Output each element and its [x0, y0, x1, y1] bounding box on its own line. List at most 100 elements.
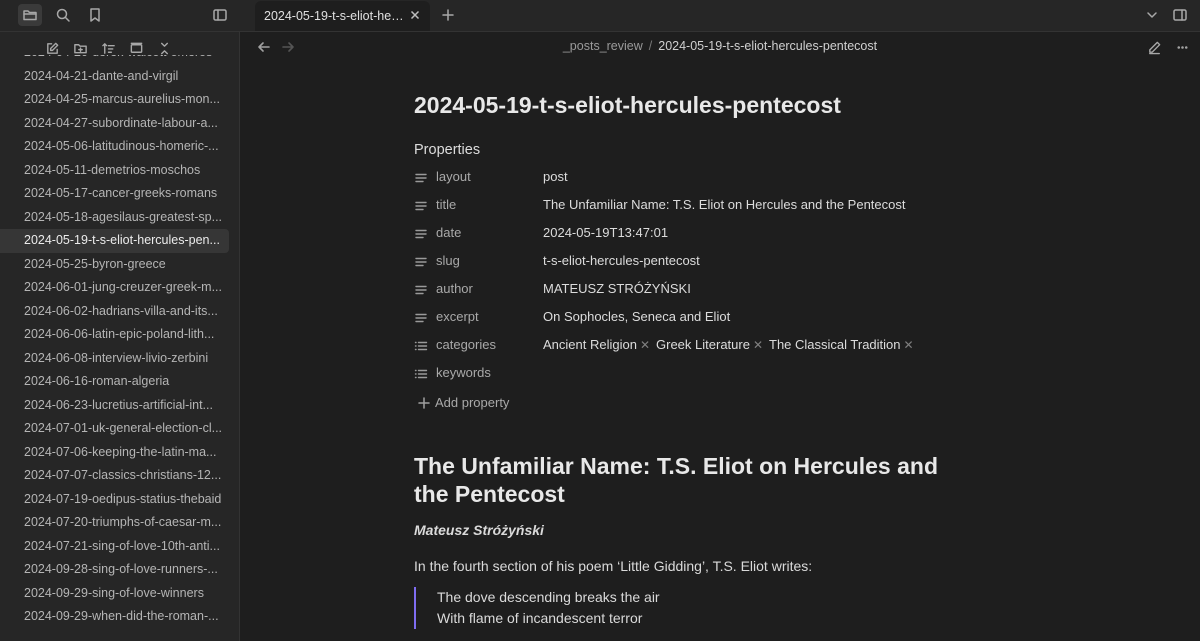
list-property-icon[interactable]: [414, 367, 428, 381]
file-item[interactable]: 2024-07-19-oedipus-statius-thebaid: [0, 488, 229, 512]
property-key[interactable]: title: [436, 197, 456, 212]
text-property-icon[interactable]: [414, 255, 428, 269]
property-row: slug t-s-eliot-hercules-pentecost: [414, 248, 974, 276]
quote-line: With flame of incandescent terror: [437, 610, 643, 626]
article-heading: The Unfamiliar Name: T.S. Eliot on Hercu…: [414, 453, 939, 507]
category-tag[interactable]: Ancient Religion ✕: [543, 337, 650, 352]
file-item[interactable]: 2024-07-06-keeping-the-latin-ma...: [0, 441, 229, 465]
add-property-button[interactable]: Add property: [414, 391, 974, 417]
property-key[interactable]: categories: [436, 337, 496, 352]
file-item[interactable]: 2024-07-21-sing-of-love-10th-anti...: [0, 535, 229, 559]
property-key[interactable]: date: [436, 225, 461, 240]
file-item[interactable]: 2024-05-25-byron-greece: [0, 253, 229, 277]
property-row: keywords: [414, 360, 974, 388]
list-property-icon[interactable]: [414, 339, 428, 353]
plus-icon: [418, 396, 430, 409]
property-key[interactable]: excerpt: [436, 309, 479, 324]
note-content: 2024-05-19-t-s-eliot-hercules-pentecost …: [414, 90, 974, 629]
remove-tag-icon[interactable]: ✕: [753, 338, 763, 352]
category-tag[interactable]: Greek Literature ✕: [656, 337, 763, 352]
pencil-icon: [1148, 41, 1160, 54]
property-value[interactable]: The Unfamiliar Name: T.S. Eliot on Hercu…: [543, 197, 906, 212]
property-key[interactable]: keywords: [436, 365, 491, 380]
chevrons-in-icon: [160, 42, 168, 54]
remove-tag-icon[interactable]: ✕: [904, 338, 914, 352]
tab-close-button[interactable]: [408, 8, 424, 24]
property-key[interactable]: layout: [436, 169, 471, 184]
tab-list-button[interactable]: [1140, 4, 1164, 26]
more-options-button[interactable]: [1172, 37, 1192, 57]
property-value-tags[interactable]: Ancient Religion ✕ Greek Literature ✕ The Cl…: [543, 337, 920, 352]
sidebar-right-icon: [1173, 9, 1187, 21]
file-explorer-button[interactable]: [18, 4, 42, 26]
file-item[interactable]: 2024-06-16-roman-algeria: [0, 370, 229, 394]
property-value[interactable]: post: [543, 169, 568, 184]
folder-icon: [23, 10, 37, 21]
note-title[interactable]: 2024-05-19-t-s-eliot-hercules-pentecost: [414, 90, 974, 120]
file-item[interactable]: 2024-04-25-marcus-aurelius-mon...: [0, 88, 229, 112]
file-item[interactable]: 2024-04-20-derek-walcott-omeros: [0, 55, 229, 65]
property-value[interactable]: On Sophocles, Seneca and Eliot: [543, 309, 730, 324]
file-item[interactable]: 2024-05-17-cancer-greeks-romans: [0, 182, 229, 206]
tab-active-note[interactable]: 2024-05-19-t-s-eliot-hercules-pentecost: [255, 1, 430, 31]
edit-note-icon: [46, 42, 58, 54]
toggle-edit-mode-button[interactable]: [1144, 37, 1164, 57]
file-explorer-sidebar: 2024-04-20-derek-walcott-omeros2024-04-2…: [0, 32, 240, 641]
file-item[interactable]: 2024-09-29-when-did-the-roman-...: [0, 605, 229, 629]
property-row: excerpt On Sophocles, Seneca and Eliot: [414, 304, 974, 332]
file-item[interactable]: 2024-07-01-uk-general-election-cl...: [0, 417, 229, 441]
property-value[interactable]: MATEUSZ STRÓŻYŃSKI: [543, 281, 691, 296]
property-row: title The Unfamiliar Name: T.S. Eliot on …: [414, 192, 974, 220]
bookmark-icon: [90, 8, 100, 22]
file-item[interactable]: 2024-06-02-hadrians-villa-and-its...: [0, 300, 229, 324]
property-value[interactable]: t-s-eliot-hercules-pentecost: [543, 253, 700, 268]
category-tag[interactable]: The Classical Tradition ✕: [769, 337, 914, 352]
toggle-left-sidebar-button[interactable]: [208, 4, 232, 26]
properties-heading[interactable]: Properties: [414, 140, 974, 160]
property-key[interactable]: author: [436, 281, 473, 296]
property-row: date 2024-05-19T13:47:01: [414, 220, 974, 248]
file-item[interactable]: 2024-05-11-demetrios-moschos: [0, 159, 229, 183]
file-item[interactable]: 2024-09-28-sing-of-love-runners-...: [0, 558, 229, 582]
file-item[interactable]: 2024-09-29-sing-of-love-winners: [0, 582, 229, 606]
file-item[interactable]: 2024-06-01-jung-creuzer-greek-m...: [0, 276, 229, 300]
breadcrumb-file[interactable]: 2024-05-19-t-s-eliot-hercules-pentecost: [658, 39, 877, 53]
editor-pane: _posts_review / 2024-05-19-t-s-eliot-hercu…: [240, 32, 1200, 641]
bookmarks-button[interactable]: [83, 4, 107, 26]
category-tag-label: Ancient Religion: [543, 337, 637, 352]
remove-tag-icon[interactable]: ✕: [640, 338, 650, 352]
text-property-icon[interactable]: [414, 283, 428, 297]
file-item[interactable]: 2024-06-23-lucretius-artificial-int...: [0, 394, 229, 418]
collapse-icon: [130, 42, 142, 53]
new-tab-button[interactable]: [436, 4, 460, 26]
file-item[interactable]: 2024-05-18-agesilaus-greatest-sp...: [0, 206, 229, 230]
author-line: Mateusz Stróżyński: [414, 522, 544, 538]
tab-label: 2024-05-19-t-s-eliot-hercules-pentecost: [264, 9, 404, 23]
file-item[interactable]: 2024-04-21-dante-and-virgil: [0, 65, 229, 89]
property-value[interactable]: 2024-05-19T13:47:01: [543, 225, 668, 240]
text-property-icon[interactable]: [414, 227, 428, 241]
category-tag-label: The Classical Tradition: [769, 337, 901, 352]
file-item[interactable]: 2024-05-19-t-s-eliot-hercules-pen...: [0, 229, 229, 253]
text-property-icon[interactable]: [414, 311, 428, 325]
search-icon: [56, 8, 70, 22]
file-item[interactable]: 2024-07-20-triumphs-of-caesar-m...: [0, 511, 229, 535]
text-property-icon[interactable]: [414, 171, 428, 185]
property-row: categories Ancient Religion ✕ Greek Literat…: [414, 332, 974, 360]
file-item[interactable]: 2024-06-06-latin-epic-poland-lith...: [0, 323, 229, 347]
category-tag-label: Greek Literature: [656, 337, 750, 352]
file-item[interactable]: 2024-07-07-classics-christians-12...: [0, 464, 229, 488]
property-row: author MATEUSZ STRÓŻYŃSKI: [414, 276, 974, 304]
property-key[interactable]: slug: [436, 253, 460, 268]
file-item[interactable]: 2024-06-08-interview-livio-zerbini: [0, 347, 229, 371]
intro-paragraph: In the fourth section of his poem ‘Littl…: [414, 558, 813, 574]
sort-icon: [101, 42, 115, 54]
search-button[interactable]: [51, 4, 75, 26]
sidebar-left-icon: [213, 9, 227, 21]
close-icon: [410, 10, 420, 20]
breadcrumb-folder[interactable]: _posts_review: [563, 39, 643, 53]
file-item[interactable]: 2024-04-27-subordinate-labour-a...: [0, 112, 229, 136]
text-property-icon[interactable]: [414, 199, 428, 213]
file-item[interactable]: 2024-05-06-latitudinous-homeric-...: [0, 135, 229, 159]
toggle-right-sidebar-button[interactable]: [1168, 4, 1192, 26]
